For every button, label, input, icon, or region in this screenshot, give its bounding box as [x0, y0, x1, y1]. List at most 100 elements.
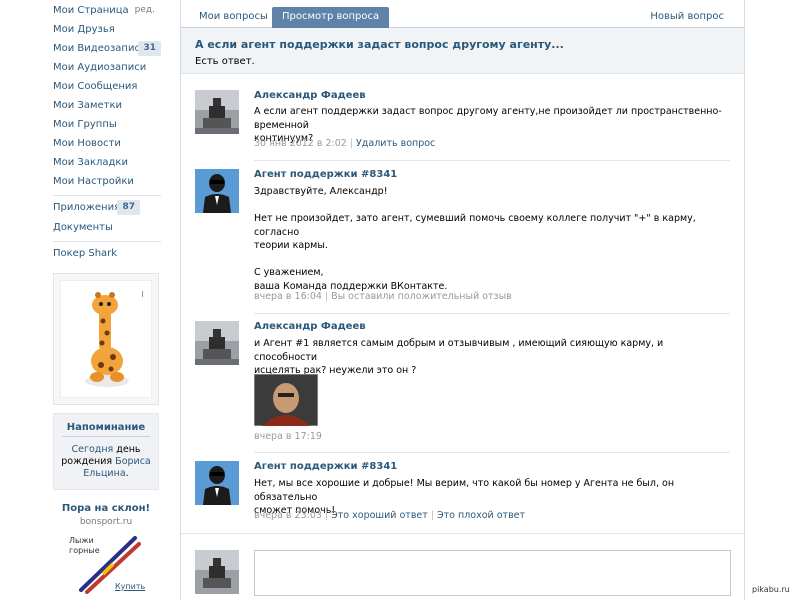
- post-answer: Агент поддержки #8341 Здравствуйте, Алек…: [195, 169, 731, 307]
- question-header: А если агент поддержки задаст вопрос дру…: [181, 28, 744, 74]
- post-author-link[interactable]: Александр Фадеев: [254, 321, 366, 332]
- sidebar-item-label: Мои Страница: [53, 5, 129, 16]
- sport-ad[interactable]: Пора на склон! bonsport.ru Лыжи горные К…: [53, 500, 159, 600]
- post-text-line: и Агент #1 является самым добрым и отзыв…: [254, 338, 664, 363]
- sidebar-item-friends[interactable]: Мои Друзья: [53, 20, 161, 39]
- post-followup: Александр Фадеев и Агент #1 является сам…: [195, 321, 731, 445]
- ad-banner[interactable]: [53, 273, 159, 405]
- current-user-avatar: [195, 550, 239, 594]
- meta-divider: |: [349, 138, 354, 149]
- sidebar-item-label: Покер Shark: [53, 248, 118, 259]
- reminder-text: Сегодня день рождения Бориса Ельцина.: [58, 444, 154, 480]
- meta-divider: |: [324, 510, 329, 521]
- sidebar-item-settings[interactable]: Мои Настройки: [53, 172, 161, 191]
- reply-area: [181, 533, 744, 600]
- delete-question-link[interactable]: Удалить вопрос: [356, 138, 435, 149]
- sidebar-divider: [53, 195, 161, 196]
- ad-image-frame: [60, 280, 152, 398]
- sidebar-item-audio[interactable]: Мои Аудиозаписи: [53, 58, 161, 77]
- post-question: Александр Фадеев А если агент поддержки …: [195, 90, 731, 154]
- new-question-link[interactable]: Новый вопрос: [640, 7, 734, 28]
- post-timestamp: 30 янв 2012 в 2:02: [254, 138, 347, 149]
- tabs-bar: Мои вопросы Просмотр вопроса Новый вопро…: [181, 0, 744, 28]
- post-meta: вчера в 16:04 | Вы оставили положительный …: [254, 291, 512, 302]
- sidebar-item-label: Мои Новости: [53, 138, 121, 149]
- post-text-line: Нет, мы все хорошие и добрые! Мы верим, …: [254, 478, 675, 503]
- sidebar-item-label: Приложения: [53, 202, 121, 213]
- post-text-line: А если агент поддержки задаст вопрос дру…: [254, 106, 722, 131]
- reminder-end: .: [125, 468, 129, 479]
- post-text-line: С уважением,: [254, 267, 324, 278]
- reminder-box: Напоминание Сегодня день рождения Бориса…: [53, 413, 159, 490]
- sport-ad-domain: bonsport.ru: [79, 517, 133, 527]
- sidebar-item-label: Документы: [53, 222, 113, 233]
- post-meta: вчера в 23:03 | Это хороший ответ | Это плох…: [254, 510, 525, 521]
- sidebar-item-apps[interactable]: Приложения 87: [53, 198, 161, 217]
- agent-avatar[interactable]: [195, 169, 239, 213]
- agent-avatar[interactable]: [195, 461, 239, 505]
- buy-link[interactable]: Купить: [115, 582, 145, 591]
- post-text-line: [254, 199, 724, 213]
- post-answer: Агент поддержки #8341 Нет, мы все хороши…: [195, 461, 731, 525]
- count-badge: 31: [138, 41, 161, 56]
- sidebar-item-notes[interactable]: Мои Заметки: [53, 96, 161, 115]
- attached-photo[interactable]: [254, 374, 318, 426]
- count-badge: 87: [117, 200, 140, 215]
- meta-divider: |: [430, 510, 435, 521]
- post-text: Здравствуйте, Александр! Нет не произойд…: [254, 185, 724, 293]
- post-text-line: [254, 253, 724, 267]
- post-author-link[interactable]: Александр Фадеев: [254, 90, 366, 101]
- post-timestamp: вчера в 23:03: [254, 510, 322, 521]
- ad-mark: [142, 291, 143, 297]
- main-content: Мои вопросы Просмотр вопроса Новый вопро…: [180, 0, 745, 600]
- sidebar-divider: [53, 241, 161, 242]
- reply-textarea[interactable]: [254, 550, 731, 596]
- giraffe-toy-image: [85, 292, 129, 387]
- sidebar-item-label: Мои Сообщения: [53, 81, 138, 92]
- post-text-line: Здравствуйте, Александр!: [254, 186, 388, 197]
- post-text-line: теории кармы.: [254, 240, 328, 251]
- sidebar-item-label: Мои Аудиозаписи: [53, 62, 147, 73]
- tab-view-question[interactable]: Просмотр вопроса: [272, 7, 390, 28]
- sidebar-item-poker-shark[interactable]: Покер Shark: [53, 244, 161, 263]
- sidebar-item-my-page[interactable]: Мои Страница ред.: [53, 1, 161, 20]
- sidebar-item-documents[interactable]: Документы: [53, 218, 161, 237]
- sidebar-item-label: Мои Заметки: [53, 100, 123, 111]
- sidebar-item-videos[interactable]: Мои Видеозаписи 31: [53, 39, 161, 58]
- sidebar-item-bookmarks[interactable]: Мои Закладки: [53, 153, 161, 172]
- tab-my-questions[interactable]: Мои вопросы: [189, 7, 278, 28]
- post-author-link[interactable]: Агент поддержки #8341: [254, 169, 397, 180]
- sidebar-item-groups[interactable]: Мои Группы: [53, 115, 161, 134]
- post-meta: вчера в 17:19: [254, 431, 322, 442]
- question-status: Есть ответ.: [195, 56, 255, 67]
- sport-ad-product: Лыжи горные: [69, 536, 100, 555]
- sport-ad-title[interactable]: Пора на склон!: [53, 503, 159, 514]
- left-sidebar: Мои Страница ред. Мои Друзья Мои Видеоза…: [0, 0, 180, 600]
- post-divider: [254, 313, 730, 314]
- post-text-line: Нет не произойдет, зато агент, сумевший …: [254, 213, 696, 238]
- reminder-title: Напоминание: [62, 422, 150, 437]
- sidebar-item-label: Мои Видеозаписи: [53, 43, 147, 54]
- sidebar-item-label: Мои Группы: [53, 119, 117, 130]
- post-timestamp: вчера в 16:04: [254, 291, 322, 302]
- post-author-link[interactable]: Агент поддержки #8341: [254, 461, 397, 472]
- meta-divider: |: [324, 291, 329, 302]
- user-avatar[interactable]: [195, 321, 239, 365]
- post-meta: 30 янв 2012 в 2:02 | Удалить вопрос: [254, 138, 435, 149]
- sidebar-item-news[interactable]: Мои Новости: [53, 134, 161, 153]
- sidebar-item-messages[interactable]: Мои Сообщения: [53, 77, 161, 96]
- post-text-line: исцелять рак? неужели это он ?: [254, 365, 417, 376]
- question-title: А если агент поддержки задаст вопрос дру…: [195, 38, 564, 51]
- post-timestamp: вчера в 17:19: [254, 431, 322, 442]
- user-avatar[interactable]: [195, 90, 239, 134]
- edit-link[interactable]: ред.: [135, 1, 155, 20]
- sidebar-item-label: Мои Друзья: [53, 24, 115, 35]
- sidebar-item-label: Мои Настройки: [53, 176, 134, 187]
- post-divider: [254, 160, 730, 161]
- watermark: pikabu.ru: [752, 585, 790, 594]
- feedback-status: Вы оставили положительный отзыв: [331, 291, 512, 302]
- good-answer-link[interactable]: Это хороший ответ: [331, 510, 428, 521]
- post-text: и Агент #1 является самым добрым и отзыв…: [254, 337, 724, 378]
- bad-answer-link[interactable]: Это плохой ответ: [437, 510, 525, 521]
- today-link[interactable]: Сегодня: [71, 444, 113, 455]
